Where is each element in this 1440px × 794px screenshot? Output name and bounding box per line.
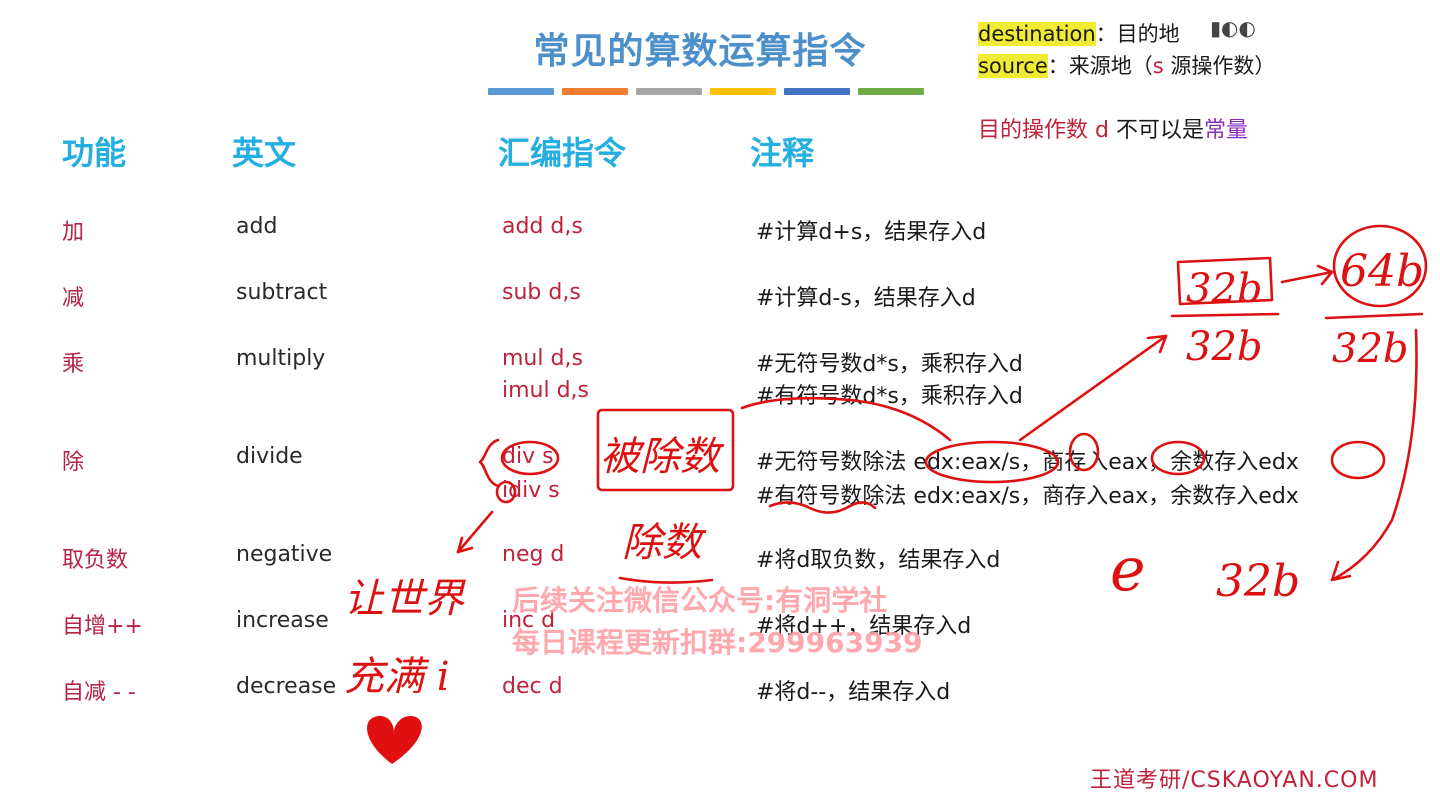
row-add-comment: #计算d+s，结果存入d xyxy=(756,220,987,245)
note-part3: 常量 xyxy=(1203,118,1248,143)
row-mul-func: 乘 xyxy=(62,352,85,377)
row-idiv-comment: #有符号数除法 edx:eax/s，商存入eax，余数存入edx xyxy=(756,484,1299,509)
curve-to-result xyxy=(1330,328,1418,582)
handwritten-divisor: 除数 xyxy=(622,520,707,566)
row-add-func: 加 xyxy=(62,220,85,245)
video-overlay-icons: ▮◐◐ xyxy=(1210,16,1256,40)
row-sub-eng: subtract xyxy=(236,280,328,305)
row-neg-eng: negative xyxy=(236,542,333,567)
note-part1: 目的操作数 xyxy=(978,118,1095,143)
slide-title: 常见的算数运算指令 xyxy=(533,31,867,72)
row-dec-comment: #将d--，结果存入d xyxy=(756,680,951,705)
row-sub-asm: sub d,s xyxy=(502,280,581,305)
handwritten-bottom-right: 32b xyxy=(1332,326,1409,372)
row-neg-asm: neg d xyxy=(502,542,565,567)
handwritten-e: e xyxy=(1110,535,1146,605)
source-rest: 源操作数） xyxy=(1163,54,1276,78)
heart-icon xyxy=(367,716,422,764)
arrow-to-64b-head xyxy=(1316,264,1334,286)
row-div-eng: divide xyxy=(236,444,303,469)
title-bar-6 xyxy=(858,88,924,95)
row-idiv-asm: idiv s xyxy=(502,478,560,503)
note-part2: 不可以是 xyxy=(1108,118,1204,143)
handwritten-love-line2: 充满 i xyxy=(344,654,450,700)
fraction-line-left xyxy=(1170,312,1280,318)
brace-arrow-head xyxy=(456,536,474,554)
fraction-line-right xyxy=(1324,312,1424,320)
note-d: d xyxy=(1095,118,1109,143)
row-inc-func: 自增++ xyxy=(62,614,143,639)
title-bar-1 xyxy=(488,88,554,95)
row-dec-func: 自减 - - xyxy=(62,680,136,705)
constraint-note: 目的操作数 d 不可以是常量 xyxy=(978,112,1248,144)
row-mul-comment: #无符号数d*s，乘积存入d xyxy=(756,352,1023,377)
title-bar-4 xyxy=(710,88,776,95)
destination-text: ：目的地 xyxy=(1095,22,1180,46)
handwritten-e-value: 32b xyxy=(1216,556,1300,607)
source-keyword: source xyxy=(978,54,1048,78)
dividend-box xyxy=(596,408,735,492)
brace-arrow xyxy=(456,510,494,554)
row-inc-eng: increase xyxy=(236,608,329,633)
arrow-to-32b xyxy=(1018,334,1168,442)
row-div-func: 除 xyxy=(62,450,85,475)
row-sub-comment: #计算d-s，结果存入d xyxy=(756,286,976,311)
watermark-line1: 后续关注微信公众号:有洞学社 xyxy=(512,584,888,617)
div-brace xyxy=(478,438,500,488)
row-imul-comment: #有符号数d*s，乘积存入d xyxy=(756,384,1023,409)
handwritten-top-left: 32b xyxy=(1186,266,1263,312)
64b-circle xyxy=(1332,224,1428,308)
title-bar-5 xyxy=(784,88,850,95)
row-add-asm: add d,s xyxy=(502,214,583,239)
row-dec-eng: decrease xyxy=(236,674,337,699)
title-color-bars xyxy=(488,88,924,95)
source-text: ：来源地（ xyxy=(1047,54,1153,78)
row-dec-asm: dec d xyxy=(502,674,563,699)
arrow-to-32b-head xyxy=(1146,334,1168,354)
title-bar-2 xyxy=(562,88,628,95)
arrow-to-64b xyxy=(1280,270,1334,284)
handwritten-love-line1: 让世界 xyxy=(344,576,466,622)
source-s: s xyxy=(1152,54,1164,78)
row-mul-eng: multiply xyxy=(236,346,326,371)
handwritten-dividend: 被除数 xyxy=(600,434,725,480)
legend-source: source：来源地（s 源操作数） xyxy=(978,50,1275,80)
header-function: 功能 xyxy=(62,134,127,172)
row-add-eng: add xyxy=(236,214,278,239)
row-div-asm: div s xyxy=(502,444,554,469)
header-assembly: 汇编指令 xyxy=(498,134,627,172)
handwritten-bottom-left: 32b xyxy=(1186,324,1263,370)
row-imul-asm: imul d,s xyxy=(502,378,590,403)
row-mul-asm: mul d,s xyxy=(502,346,583,371)
row-neg-func: 取负数 xyxy=(62,548,129,573)
header-english: 英文 xyxy=(232,134,297,172)
row-neg-comment: #将d取负数，结果存入d xyxy=(756,548,1001,573)
row-sub-func: 减 xyxy=(62,286,85,311)
title-bar-3 xyxy=(636,88,702,95)
row-div-comment: #无符号数除法 edx:eax/s，商存入eax，余数存入edx xyxy=(756,450,1299,475)
watermark: 后续关注微信公众号:有洞学社 每日课程更新扣群:299963939 xyxy=(512,580,923,664)
footer-brand: 王道考研/CSKAOYAN.COM xyxy=(1090,768,1379,793)
legend-destination: destination：目的地 xyxy=(978,18,1180,48)
top-32b-box xyxy=(1176,256,1274,306)
watermark-line2: 每日课程更新扣群:299963939 xyxy=(512,626,923,659)
curve-to-result-head xyxy=(1330,560,1352,582)
handwritten-top-right: 64b xyxy=(1340,246,1424,297)
destination-keyword: destination xyxy=(978,22,1096,46)
edx-circle xyxy=(1330,440,1386,480)
header-comment: 注释 xyxy=(750,134,815,172)
